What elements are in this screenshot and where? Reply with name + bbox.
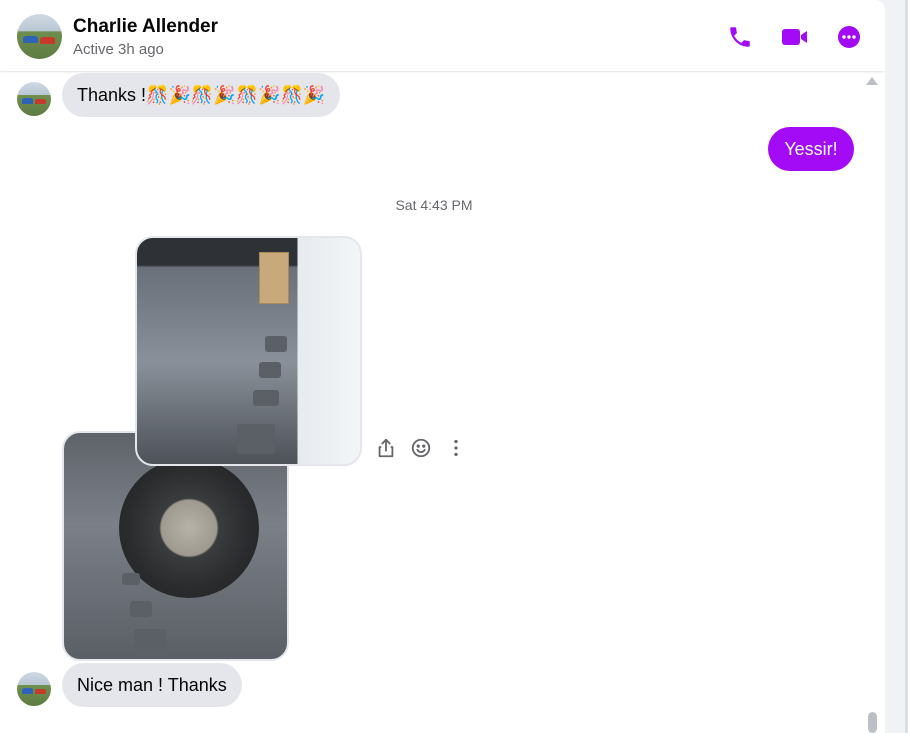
react-smiley-icon[interactable] (410, 437, 432, 459)
scrollbar-thumb[interactable] (868, 712, 877, 733)
phone-icon[interactable] (727, 24, 753, 50)
photo-detail-tire (119, 458, 259, 598)
contact-avatar[interactable] (17, 14, 62, 59)
photo-detail (237, 424, 275, 454)
photo-detail (259, 362, 281, 378)
scroll-up-arrow[interactable] (866, 77, 878, 85)
contact-name[interactable]: Charlie Allender (73, 16, 218, 38)
message-bubble-outgoing[interactable]: Yessir! (768, 127, 854, 171)
photo-attachment[interactable] (135, 236, 362, 466)
chat-header: Charlie Allender Active 3h ago (0, 0, 885, 71)
more-vertical-icon[interactable] (445, 437, 467, 459)
photo-detail-box (259, 252, 289, 304)
photo-detail (265, 336, 287, 352)
photo-detail (130, 601, 152, 617)
video-camera-icon[interactable] (781, 24, 809, 50)
more-options-icon[interactable] (837, 25, 861, 49)
message-bubble-incoming[interactable]: Thanks !🎊🎉🎊🎉🎊🎉🎊🎉 (62, 73, 341, 117)
message-bubble-incoming[interactable]: Nice man ! Thanks (62, 663, 242, 707)
sender-avatar[interactable] (17, 672, 51, 706)
photo-detail (122, 573, 140, 585)
contact-status: Active 3h ago (73, 41, 164, 58)
sender-avatar[interactable] (17, 82, 51, 116)
photo-detail (253, 390, 279, 406)
chat-panel: Charlie Allender Active 3h ago Thanks !🎊… (0, 0, 885, 733)
share-icon[interactable] (375, 437, 397, 459)
message-timestamp: Sat 4:43 PM (395, 197, 473, 213)
photo-detail (134, 629, 166, 651)
